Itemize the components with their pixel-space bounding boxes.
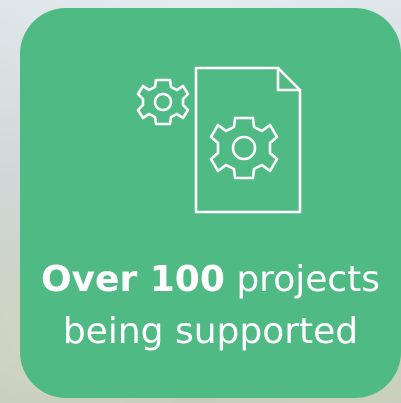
stat-highlight: Over 100 [40, 259, 225, 300]
stat-subline: being supported [62, 311, 359, 352]
page-background: Over 100 projects being supported [0, 0, 401, 403]
stat-headline: Over 100 projects [20, 258, 401, 302]
document-gears-icon [118, 50, 328, 230]
stat-headline-rest: projects [236, 259, 381, 300]
stat-card: Over 100 projects being supported [20, 8, 401, 398]
